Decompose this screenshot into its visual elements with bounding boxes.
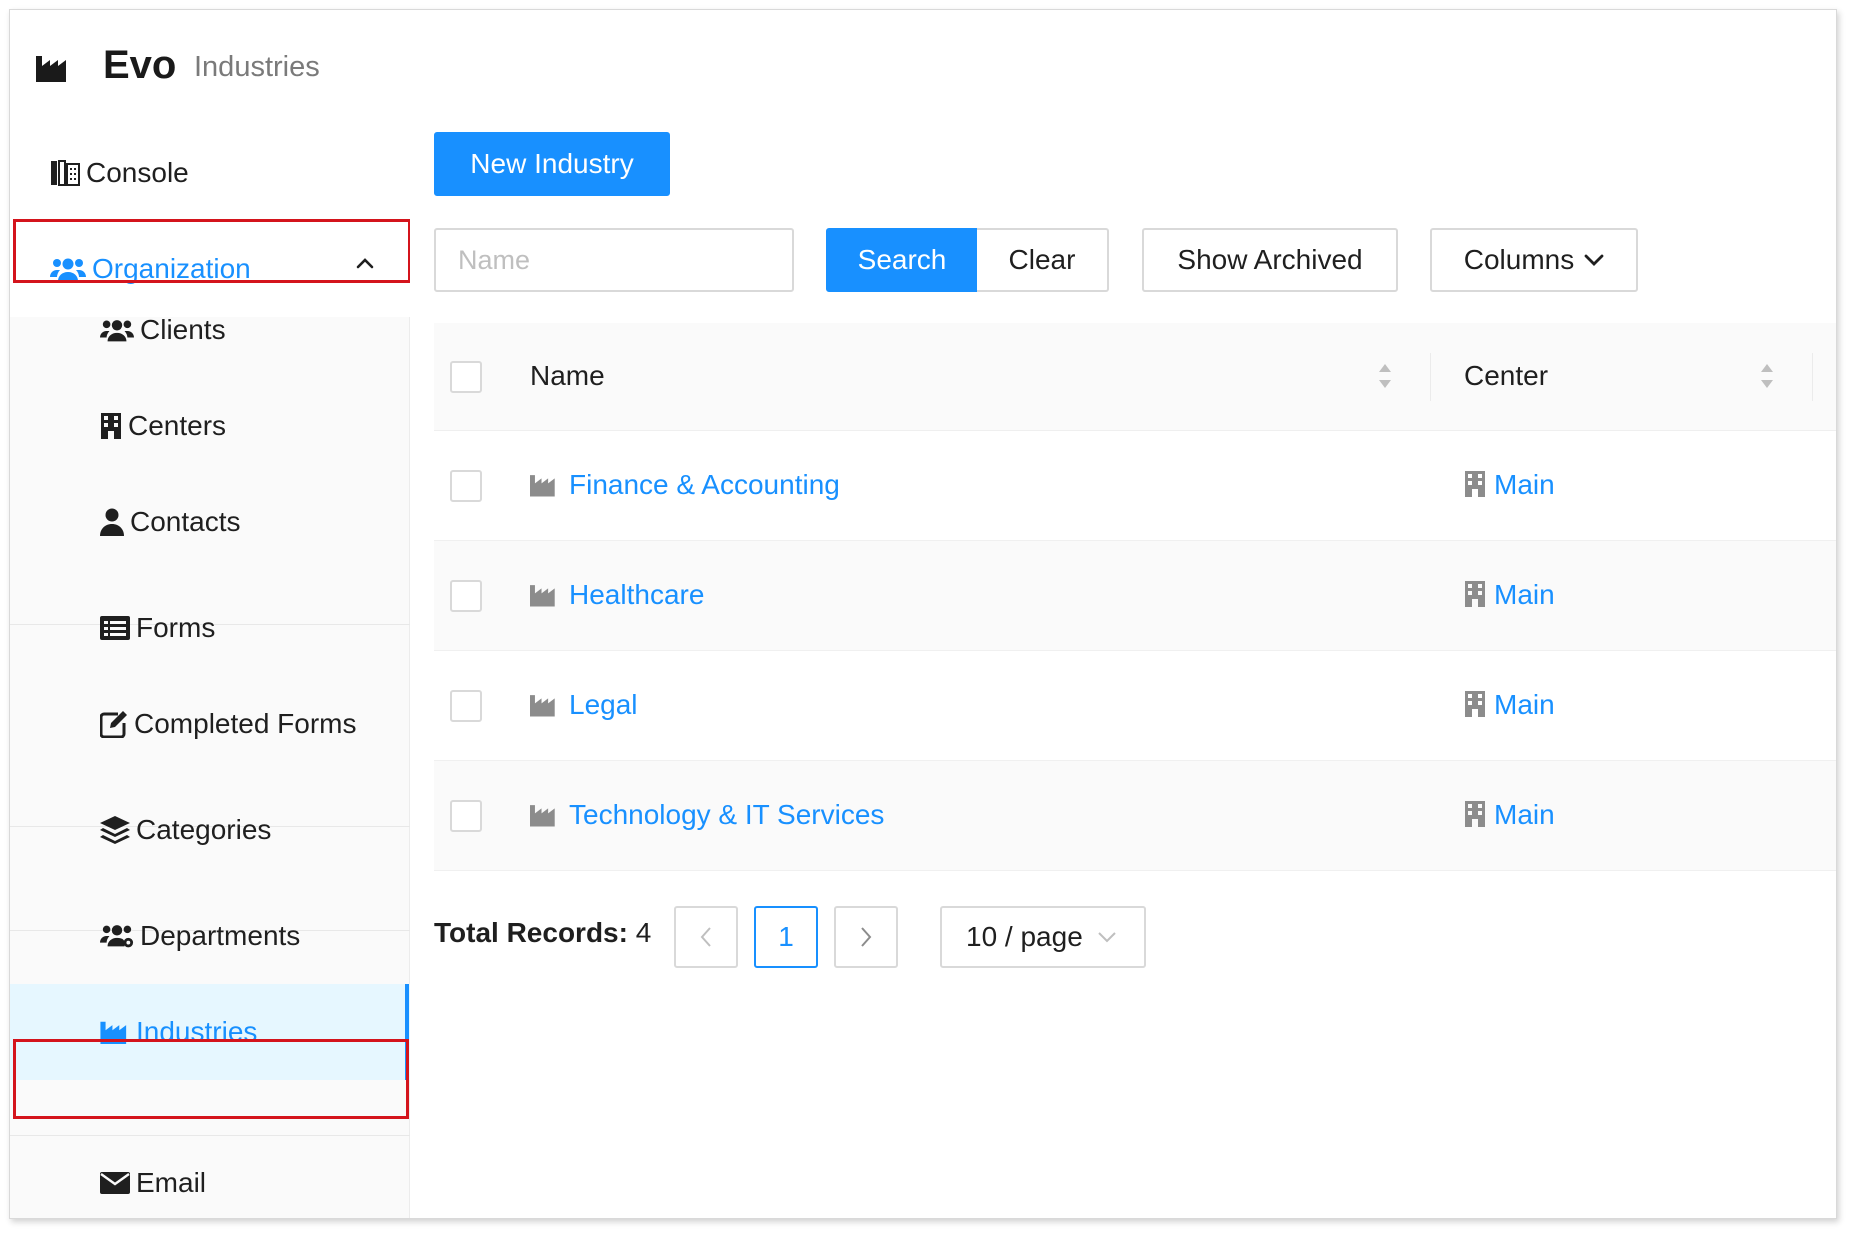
columns-dropdown-button[interactable]: Columns: [1430, 228, 1638, 292]
users-icon: [100, 318, 134, 342]
edit-icon: [100, 710, 128, 738]
sidebar-item-label: Forms: [136, 612, 216, 643]
prev-page-button[interactable]: [674, 906, 738, 968]
industry-icon: [36, 54, 70, 82]
sidebar: Console Organization Clients Centers Con…: [10, 125, 411, 1218]
sidebar-item-label: Contacts: [130, 506, 241, 537]
search-button[interactable]: Search: [826, 228, 978, 292]
page-size-value: 10 / page: [966, 921, 1083, 952]
sidebar-item-label: Departments: [140, 920, 301, 951]
sidebar-item-label: Industries: [136, 1016, 258, 1047]
total-records: Total Records: 4: [434, 917, 651, 949]
center-link[interactable]: Main: [1494, 689, 1555, 721]
sidebar-item-completed-forms[interactable]: Completed Forms: [10, 676, 410, 772]
main-content: New Industry Search Clear Show Archived …: [410, 125, 1836, 1218]
table-row: Finance & Accounting Main: [434, 431, 1836, 541]
row-checkbox[interactable]: [450, 690, 482, 722]
next-page-button[interactable]: [834, 906, 898, 968]
industry-name-link[interactable]: Technology & IT Services: [569, 799, 884, 831]
sidebar-item-email[interactable]: Email: [10, 1135, 410, 1218]
center-link[interactable]: Main: [1494, 469, 1555, 501]
active-indicator: [405, 984, 409, 1080]
industry-name-link[interactable]: Legal: [569, 689, 638, 721]
user-icon: [100, 508, 124, 536]
sidebar-item-label: Clients: [140, 314, 226, 345]
building-icon: [1465, 801, 1485, 827]
column-header-center[interactable]: Center: [1464, 360, 1548, 392]
app-header: Evo Industries: [10, 10, 1836, 125]
select-all-checkbox[interactable]: [450, 361, 482, 393]
table-row: Healthcare Main: [434, 541, 1836, 651]
page-1-button[interactable]: 1: [754, 906, 818, 968]
app-window: Evo Industries Console Organization Clie…: [9, 9, 1837, 1219]
industry-icon: [100, 1020, 130, 1044]
industry-icon: [530, 805, 555, 827]
column-header-name[interactable]: Name: [530, 360, 605, 392]
total-records-value: 4: [635, 917, 652, 948]
industry-icon: [530, 695, 555, 717]
page-title: Industries: [194, 51, 320, 83]
industry-name-link[interactable]: Finance & Accounting: [569, 469, 840, 501]
sort-icon[interactable]: [1758, 361, 1776, 391]
column-divider: [1430, 353, 1431, 401]
sort-icon[interactable]: [1376, 361, 1394, 391]
chevron-right-icon: [859, 926, 873, 948]
sidebar-item-clients[interactable]: Clients: [10, 282, 410, 378]
row-checkbox[interactable]: [450, 580, 482, 612]
building-icon: [100, 412, 122, 440]
chevron-up-icon[interactable]: [356, 257, 374, 269]
columns-label: Columns: [1463, 244, 1575, 275]
industry-icon: [530, 585, 555, 607]
page-size-select[interactable]: 10 / page: [940, 906, 1146, 968]
industry-icon: [530, 475, 555, 497]
sidebar-item-console[interactable]: Console: [10, 125, 410, 221]
table-header: Name Center: [434, 323, 1836, 431]
chevron-left-icon: [699, 926, 713, 948]
envelope-icon: [100, 1172, 130, 1194]
table-row: Legal Main: [434, 651, 1836, 761]
layers-icon: [100, 816, 130, 844]
sidebar-item-categories[interactable]: Categories: [10, 782, 410, 878]
chevron-down-icon: [1584, 253, 1604, 267]
sidebar-item-label: Completed Forms: [134, 708, 357, 739]
clear-button[interactable]: Clear: [977, 228, 1109, 292]
sidebar-item-contacts[interactable]: Contacts: [10, 474, 410, 570]
list-icon: [100, 616, 130, 640]
users-icon: [50, 257, 86, 281]
sidebar-item-label: Categories: [136, 814, 272, 845]
building-icon: [1465, 471, 1485, 497]
sidebar-item-label: Email: [136, 1167, 207, 1198]
sidebar-item-industries[interactable]: Industries: [10, 984, 410, 1080]
total-records-label: Total Records:: [434, 917, 628, 948]
app-title[interactable]: Evo: [103, 43, 176, 88]
center-link[interactable]: Main: [1494, 799, 1555, 831]
center-link[interactable]: Main: [1494, 579, 1555, 611]
sidebar-item-label: Console: [86, 157, 189, 188]
sidebar-item-departments[interactable]: Departments: [10, 888, 410, 984]
sidebar-item-centers[interactable]: Centers: [10, 378, 410, 474]
console-icon: [50, 160, 80, 186]
sidebar-item-label: Centers: [128, 410, 227, 441]
sidebar-item-forms[interactable]: Forms: [10, 580, 410, 676]
industry-name-link[interactable]: Healthcare: [569, 579, 704, 611]
row-checkbox[interactable]: [450, 800, 482, 832]
building-icon: [1465, 691, 1485, 717]
column-divider: [1812, 353, 1813, 401]
show-archived-button[interactable]: Show Archived: [1142, 228, 1398, 292]
table-row: Technology & IT Services Main: [434, 761, 1836, 871]
sidebar-item-label: Organization: [92, 253, 251, 284]
name-search-input[interactable]: [434, 228, 794, 292]
new-industry-button[interactable]: New Industry: [434, 132, 670, 196]
building-icon: [1465, 581, 1485, 607]
row-checkbox[interactable]: [450, 470, 482, 502]
users-cog-icon: [100, 923, 134, 949]
chevron-down-icon: [1097, 931, 1117, 943]
